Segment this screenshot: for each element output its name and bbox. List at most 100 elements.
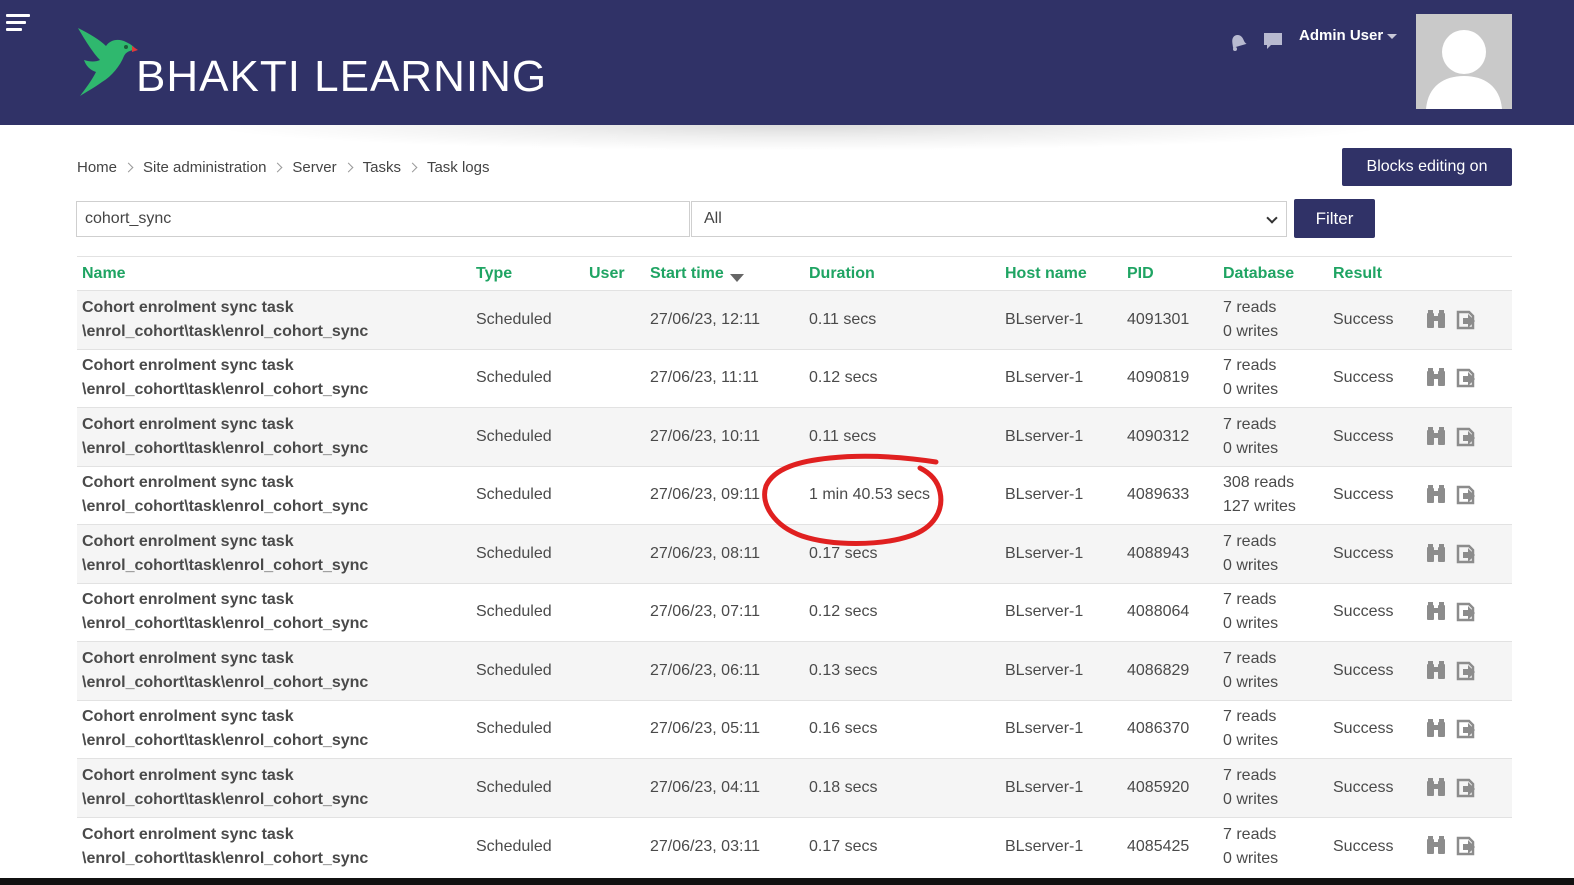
download-icon[interactable] (1455, 777, 1477, 799)
task-name: Cohort enrolment sync task (82, 708, 294, 726)
avatar[interactable] (1416, 14, 1512, 109)
breadcrumb-home[interactable]: Home (77, 159, 117, 176)
breadcrumb: Home Site administration Server Tasks Ta… (77, 159, 489, 176)
col-header-start-time[interactable]: Start time (645, 256, 804, 291)
binoculars-view-icon[interactable] (1425, 660, 1447, 682)
binoculars-view-icon[interactable] (1425, 309, 1447, 331)
table-row: Cohort enrolment sync task \enrol_cohort\… (77, 758, 1512, 817)
download-icon[interactable] (1455, 543, 1477, 565)
db-reads: 7 reads (1223, 298, 1277, 316)
chat-bubble-icon[interactable] (1262, 30, 1284, 52)
task-user (584, 290, 645, 349)
col-header-duration[interactable]: Duration (804, 256, 1000, 291)
download-icon[interactable] (1455, 367, 1477, 389)
task-name-cell: Cohort enrolment sync task \enrol_cohort\… (77, 524, 471, 583)
task-name-cell: Cohort enrolment sync task \enrol_cohort\… (77, 699, 471, 759)
col-header-pid[interactable]: PID (1122, 256, 1218, 291)
header-shadow (200, 125, 1400, 151)
task-type: Scheduled (471, 524, 584, 583)
task-classname: \enrol_cohort\task\enrol_cohort_sync (82, 790, 369, 808)
db-writes: 0 writes (1223, 849, 1279, 867)
binoculars-view-icon[interactable] (1425, 426, 1447, 448)
user-menu[interactable]: Admin User (1299, 27, 1398, 44)
task-database: 7 reads 0 writes (1218, 407, 1328, 466)
task-user (584, 582, 645, 642)
task-database: 7 reads 0 writes (1218, 524, 1328, 583)
task-pid: 4085920 (1122, 758, 1218, 817)
col-header-name[interactable]: Name (77, 256, 471, 291)
binoculars-view-icon[interactable] (1425, 543, 1447, 565)
db-writes: 0 writes (1223, 790, 1279, 808)
col-header-type[interactable]: Type (471, 256, 584, 291)
task-type: Scheduled (471, 407, 584, 466)
result-filter-select[interactable]: All (691, 201, 1287, 237)
task-database: 7 reads 0 writes (1218, 348, 1328, 408)
download-icon[interactable] (1455, 718, 1477, 740)
task-name-cell: Cohort enrolment sync task \enrol_cohort\… (77, 290, 471, 349)
filter-button[interactable]: Filter (1294, 199, 1375, 238)
task-duration: 0.18 secs (804, 758, 1000, 817)
table-body: Cohort enrolment sync task \enrol_cohort\… (77, 290, 1512, 876)
breadcrumb-server[interactable]: Server (292, 159, 336, 176)
task-start-time: 27/06/23, 04:11 (645, 758, 804, 817)
task-host: BLserver-1 (1000, 524, 1122, 583)
hamburger-icon[interactable] (6, 14, 32, 34)
sort-desc-icon (729, 273, 744, 282)
task-host: BLserver-1 (1000, 699, 1122, 759)
row-actions (1420, 582, 1512, 642)
site-logo[interactable]: BHAKTI LEARNING (76, 26, 546, 101)
task-duration: 0.17 secs (804, 816, 1000, 876)
task-user (584, 641, 645, 700)
task-user (584, 348, 645, 408)
task-result: Success (1328, 407, 1420, 466)
task-duration: 0.12 secs (804, 348, 1000, 408)
task-start-time: 27/06/23, 05:11 (645, 699, 804, 759)
task-result: Success (1328, 348, 1420, 408)
download-icon[interactable] (1455, 309, 1477, 331)
breadcrumb-tasks[interactable]: Tasks (363, 159, 401, 176)
task-pid: 4086370 (1122, 699, 1218, 759)
download-icon[interactable] (1455, 484, 1477, 506)
task-name: Cohort enrolment sync task (82, 298, 294, 316)
binoculars-view-icon[interactable] (1425, 835, 1447, 857)
task-user (584, 758, 645, 817)
task-start-time: 27/06/23, 08:11 (645, 524, 804, 583)
task-type: Scheduled (471, 758, 584, 817)
binoculars-view-icon[interactable] (1425, 601, 1447, 623)
binoculars-view-icon[interactable] (1425, 777, 1447, 799)
binoculars-view-icon[interactable] (1425, 484, 1447, 506)
breadcrumb-task-logs: Task logs (426, 159, 490, 176)
breadcrumb-site-administration[interactable]: Site administration (143, 159, 266, 176)
db-reads: 7 reads (1223, 357, 1277, 375)
row-actions (1420, 816, 1512, 876)
col-header-result[interactable]: Result (1328, 256, 1420, 291)
bell-icon[interactable] (1226, 30, 1248, 52)
task-database: 7 reads 0 writes (1218, 641, 1328, 700)
task-duration: 0.17 secs (804, 524, 1000, 583)
col-header-database[interactable]: Database (1218, 256, 1328, 291)
task-classname: \enrol_cohort\task\enrol_cohort_sync (82, 556, 369, 574)
task-host: BLserver-1 (1000, 407, 1122, 466)
db-writes: 0 writes (1223, 322, 1279, 340)
task-name-cell: Cohort enrolment sync task \enrol_cohort\… (77, 758, 471, 817)
download-icon[interactable] (1455, 835, 1477, 857)
task-search-input[interactable] (76, 201, 690, 237)
col-header-host-name[interactable]: Host name (1000, 256, 1122, 291)
binoculars-view-icon[interactable] (1425, 718, 1447, 740)
download-icon[interactable] (1455, 601, 1477, 623)
blocks-editing-button[interactable]: Blocks editing on (1342, 148, 1512, 186)
task-duration: 0.13 secs (804, 641, 1000, 700)
binoculars-view-icon[interactable] (1425, 367, 1447, 389)
download-icon[interactable] (1455, 660, 1477, 682)
task-database: 7 reads 0 writes (1218, 582, 1328, 642)
caret-down-icon (1387, 33, 1398, 39)
task-pid: 4090312 (1122, 407, 1218, 466)
row-actions (1420, 348, 1512, 408)
table-row: Cohort enrolment sync task \enrol_cohort\… (77, 465, 1512, 525)
parrot-logo-icon (78, 28, 138, 96)
download-icon[interactable] (1455, 426, 1477, 448)
col-header-user[interactable]: User (584, 256, 645, 291)
chevron-right-icon (343, 162, 354, 173)
task-classname: \enrol_cohort\task\enrol_cohort_sync (82, 322, 369, 340)
table-row: Cohort enrolment sync task \enrol_cohort\… (77, 641, 1512, 700)
